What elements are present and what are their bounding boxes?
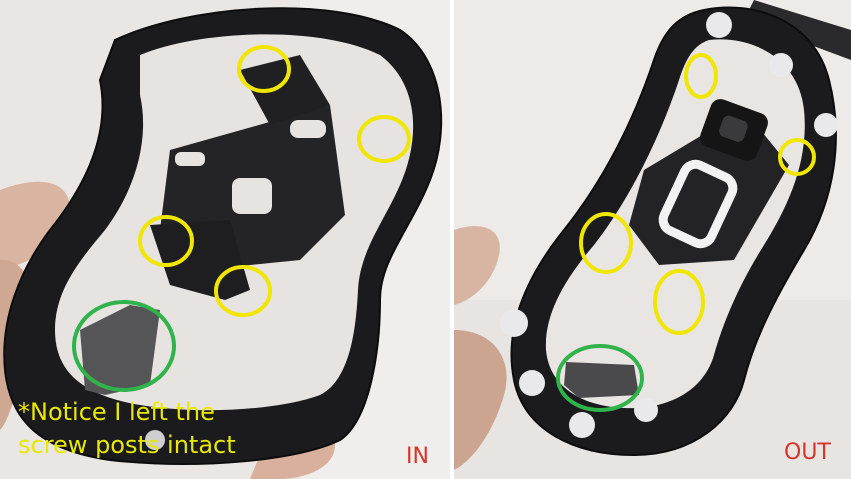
mouse-foot [500, 309, 528, 337]
caption-line-2: screw posts intact [18, 431, 236, 459]
mouse-shell-out-photo [454, 0, 851, 479]
mouse-foot [814, 113, 838, 137]
photo-panel-out: OUT [454, 0, 851, 479]
mouse-foot [706, 12, 732, 38]
label-in: IN [406, 444, 429, 469]
label-out: OUT [784, 440, 831, 465]
caption-line-1: *Notice I left the [18, 398, 215, 426]
photo-panel-in: *Notice I left the screw posts intact IN [0, 0, 450, 479]
mouse-foot [634, 398, 658, 422]
mouse-foot [769, 53, 793, 77]
mouse-foot [569, 412, 595, 438]
caption-note: *Notice I left the screw posts intact [18, 396, 236, 462]
weight-pad [564, 362, 639, 398]
mouse-foot [519, 370, 545, 396]
